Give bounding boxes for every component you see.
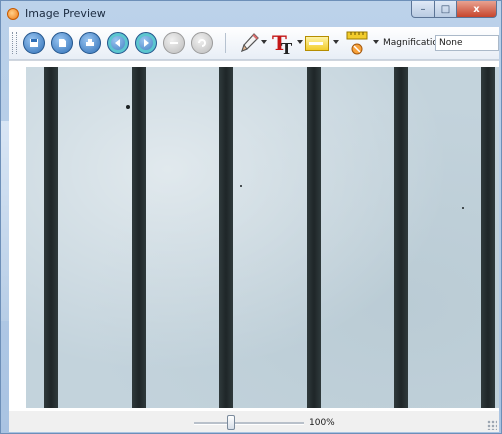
toolbar: T T Magnification: None — [9, 27, 499, 60]
app-icon — [7, 8, 19, 20]
window-side-strip — [1, 121, 9, 321]
rotate-icon[interactable] — [191, 32, 213, 54]
measure-icon[interactable] — [343, 29, 371, 57]
pencil-icon[interactable] — [238, 31, 260, 55]
toolbar-separator — [225, 33, 226, 53]
label-dropdown-arrow[interactable] — [333, 40, 339, 44]
text-dropdown-arrow[interactable] — [297, 40, 303, 44]
measure-dropdown-arrow[interactable] — [373, 40, 379, 44]
text-icon[interactable]: T T — [271, 30, 295, 58]
ruler-line — [132, 67, 146, 408]
zoom-slider-thumb[interactable] — [227, 415, 235, 430]
resize-grip[interactable] — [487, 420, 497, 430]
preview-image — [26, 67, 499, 408]
window-title: Image Preview — [25, 7, 106, 20]
specimen-speck — [126, 105, 130, 109]
zoom-slider-track[interactable] — [194, 422, 304, 425]
maximize-button[interactable]: □ — [435, 1, 457, 18]
image-viewport[interactable] — [9, 60, 499, 412]
ruler-line — [307, 67, 321, 408]
save-icon[interactable] — [23, 32, 45, 54]
toolbar-grip[interactable] — [12, 32, 17, 54]
specimen-speck — [240, 185, 242, 187]
magnification-field[interactable]: None — [435, 35, 499, 51]
title-bar[interactable]: Image Preview – □ x — [1, 1, 501, 27]
zoom-level: 100% — [309, 418, 335, 428]
open-icon[interactable] — [51, 32, 73, 54]
svg-text:T: T — [281, 40, 293, 56]
forward-icon[interactable] — [135, 32, 157, 54]
minimize-button[interactable]: – — [411, 1, 435, 18]
window-controls: – □ x — [411, 1, 497, 19]
ruler-line — [219, 67, 233, 408]
image-preview-window: Image Preview – □ x T T Magnification: N… — [0, 0, 502, 434]
zoom-out-icon[interactable] — [163, 32, 185, 54]
client-area: T T Magnification: None 100% — [9, 27, 499, 432]
ruler-line — [44, 67, 58, 408]
specimen-speck — [462, 207, 464, 209]
close-button[interactable]: x — [457, 1, 497, 18]
ruler-line — [481, 67, 495, 408]
label-icon[interactable] — [305, 36, 329, 51]
pencil-dropdown-arrow[interactable] — [261, 40, 267, 44]
back-icon[interactable] — [107, 32, 129, 54]
print-icon[interactable] — [79, 32, 101, 54]
ruler-line — [394, 67, 408, 408]
status-bar: 100% — [9, 411, 499, 432]
